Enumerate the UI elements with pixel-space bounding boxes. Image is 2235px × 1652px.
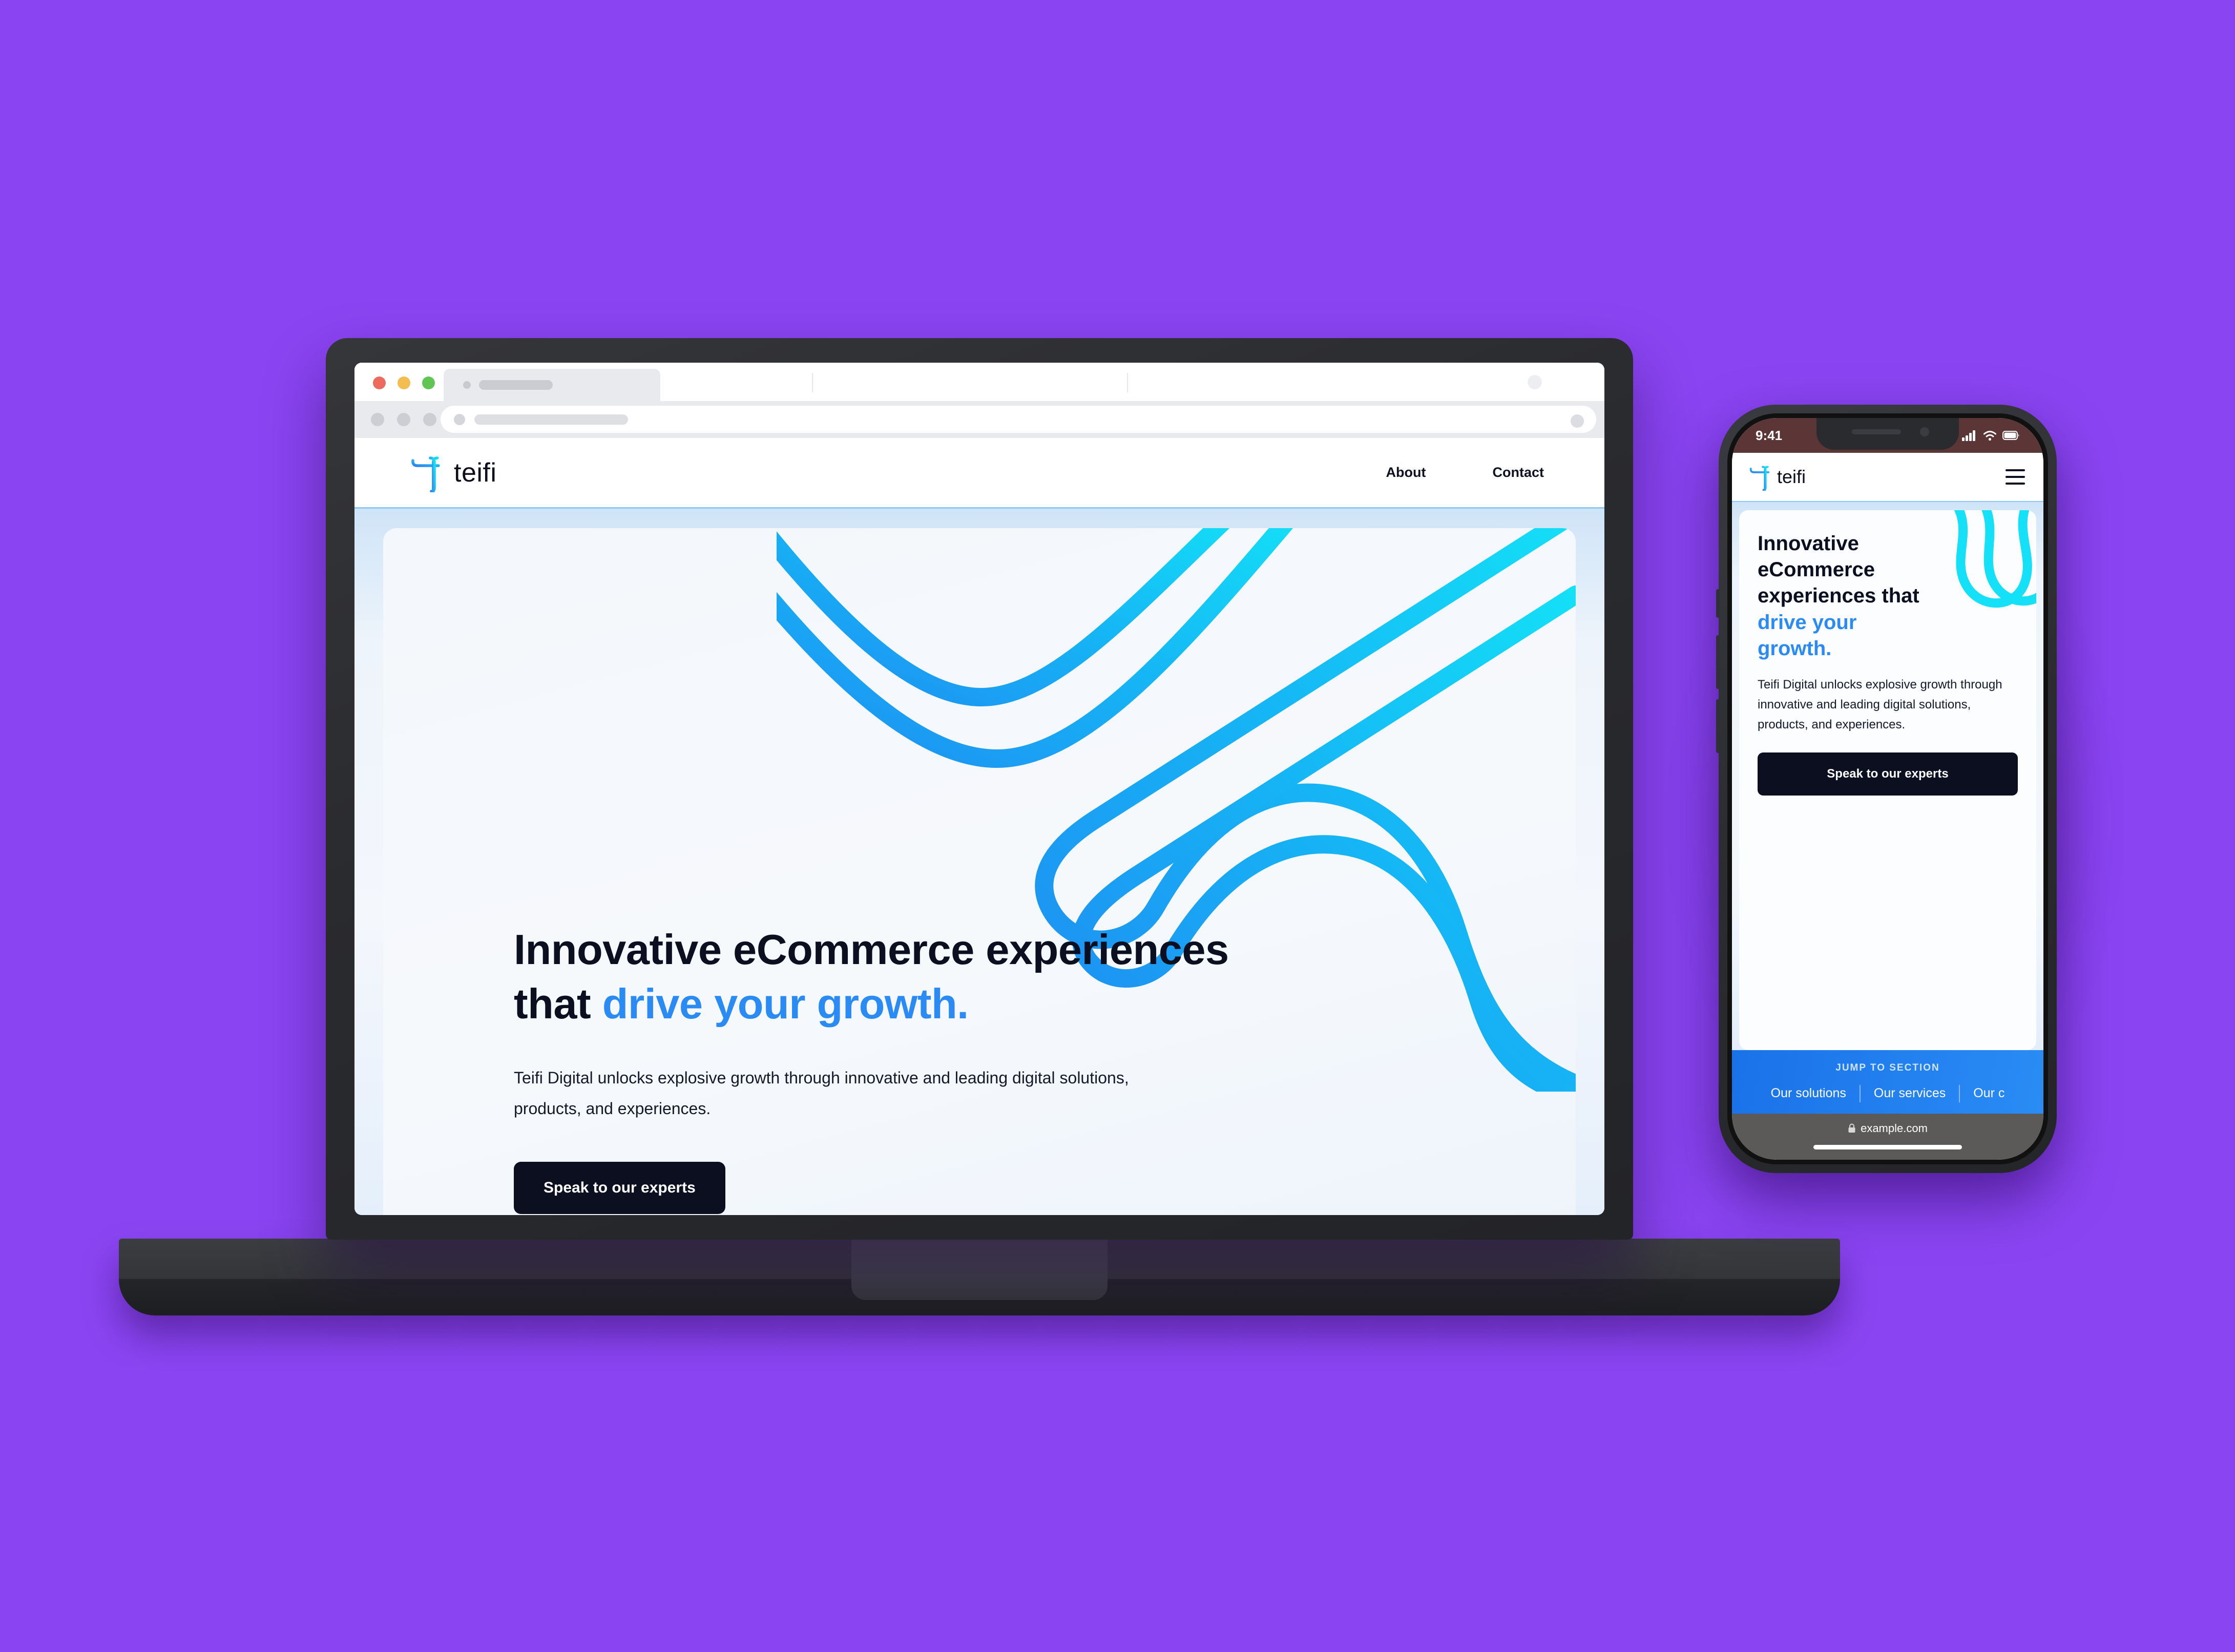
wifi-icon bbox=[1983, 430, 1996, 441]
maximize-window-button[interactable] bbox=[422, 377, 435, 389]
jump-link-our-solutions[interactable]: Our solutions bbox=[1758, 1086, 1860, 1101]
earpiece-speaker-icon bbox=[1852, 429, 1901, 434]
phone-headline-line1: Innovative bbox=[1758, 532, 1859, 555]
browser-tab-strip bbox=[354, 363, 1604, 401]
tab-separator bbox=[1127, 373, 1128, 392]
hero-headline-line2-plain: that bbox=[514, 980, 602, 1028]
phone-headline-line3: experiences that bbox=[1758, 584, 1919, 608]
jump-link-our-services[interactable]: Our services bbox=[1861, 1086, 1959, 1101]
reload-button[interactable] bbox=[423, 413, 436, 426]
jump-to-section-title: JUMP TO SECTION bbox=[1835, 1062, 1940, 1073]
phone-hero-body-text: Teifi Digital unlocks explosive growth t… bbox=[1758, 677, 2002, 731]
brand-name: teifi bbox=[454, 457, 497, 488]
tab-separator bbox=[812, 373, 813, 392]
tab-favicon-icon bbox=[463, 381, 471, 389]
speak-to-experts-button[interactable]: Speak to our experts bbox=[514, 1161, 725, 1214]
browser-nav-controls bbox=[371, 413, 436, 426]
phone-bezel: 9:41 teifi Innovative eCommerce experien… bbox=[1727, 413, 2048, 1164]
nav-link-about[interactable]: About bbox=[1386, 465, 1426, 480]
teifi-logo-icon bbox=[1749, 466, 1770, 491]
laptop-lid: teifi About Contact Innovative eCommerce… bbox=[326, 338, 1633, 1240]
phone-mockup: 9:41 teifi Innovative eCommerce experien… bbox=[1716, 405, 2057, 1173]
minimize-window-button[interactable] bbox=[398, 377, 410, 389]
lock-icon bbox=[1848, 1123, 1855, 1133]
hero-headline-line1: Innovative eCommerce experiences bbox=[514, 926, 1229, 973]
brand-logo[interactable]: teifi bbox=[411, 453, 496, 492]
forward-button[interactable] bbox=[397, 413, 410, 426]
phone-notch bbox=[1816, 418, 1959, 450]
address-placeholder bbox=[474, 414, 628, 425]
phone-site-header: teifi bbox=[1732, 453, 2043, 502]
laptop-base-notch bbox=[851, 1239, 1108, 1300]
phone-hero-card: Innovative eCommerce experiences that dr… bbox=[1739, 510, 2036, 1050]
jump-to-section-bar: JUMP TO SECTION Our solutions Our servic… bbox=[1732, 1050, 2043, 1114]
teifi-logo-icon bbox=[411, 456, 440, 492]
hero-headline-accent: drive your growth. bbox=[602, 980, 969, 1028]
jump-to-section-links: Our solutions Our services Our c bbox=[1732, 1084, 2043, 1102]
hero-card: Innovative eCommerce experiences that dr… bbox=[383, 528, 1576, 1215]
phone-volume-down-button[interactable] bbox=[1716, 699, 1720, 753]
address-bar[interactable] bbox=[441, 406, 1596, 433]
hero-section: Innovative eCommerce experiences that dr… bbox=[354, 509, 1604, 1215]
phone-brand-logo[interactable]: teifi bbox=[1749, 464, 1806, 491]
phone-screen: 9:41 teifi Innovative eCommerce experien… bbox=[1732, 418, 2043, 1160]
canvas-background: teifi About Contact Innovative eCommerce… bbox=[0, 0, 2235, 1652]
browser-menu-button[interactable] bbox=[1571, 414, 1584, 428]
close-window-button[interactable] bbox=[373, 377, 386, 389]
cellular-signal-icon bbox=[1962, 430, 1975, 441]
jump-link-our-c[interactable]: Our c bbox=[1960, 1086, 2018, 1101]
site-info-icon bbox=[454, 413, 465, 425]
browser-toolbar bbox=[354, 401, 1604, 438]
safari-url-bar[interactable]: example.com bbox=[1732, 1113, 2043, 1160]
phone-mute-switch[interactable] bbox=[1716, 589, 1720, 618]
hero-body-text: Teifi Digital unlocks explosive growth t… bbox=[514, 1069, 1129, 1118]
hero-headline: Innovative eCommerce experiences that dr… bbox=[514, 923, 1282, 1031]
phone-headline-accent-line1: drive your bbox=[1758, 611, 1857, 634]
primary-navigation: About Contact bbox=[1386, 465, 1544, 480]
nav-link-contact[interactable]: Contact bbox=[1493, 465, 1544, 480]
laptop-screen: teifi About Contact Innovative eCommerce… bbox=[354, 363, 1604, 1215]
browser-tab[interactable] bbox=[444, 369, 660, 401]
hamburger-menu-icon[interactable] bbox=[2006, 469, 2025, 485]
laptop-mockup: teifi About Contact Innovative eCommerce… bbox=[119, 338, 1840, 1315]
safari-url-display: example.com bbox=[1848, 1122, 1928, 1135]
status-bar-time: 9:41 bbox=[1756, 427, 1783, 443]
phone-hero-headline: Innovative eCommerce experiences that dr… bbox=[1758, 531, 2018, 662]
phone-headline-line2: eCommerce bbox=[1758, 558, 1875, 581]
hero-copy: Innovative eCommerce experiences that dr… bbox=[514, 923, 1282, 1214]
battery-icon bbox=[2002, 431, 2019, 440]
new-tab-button[interactable] bbox=[1528, 375, 1542, 389]
phone-headline-accent-line2: growth. bbox=[1758, 637, 1832, 660]
status-bar-icons bbox=[1962, 430, 2020, 441]
phone-volume-up-button[interactable] bbox=[1716, 635, 1720, 689]
site-header: teifi About Contact bbox=[354, 438, 1604, 509]
phone-speak-to-experts-button[interactable]: Speak to our experts bbox=[1758, 752, 2018, 796]
front-camera-icon bbox=[1920, 427, 1929, 436]
back-button[interactable] bbox=[371, 413, 384, 426]
phone-hero-section: Innovative eCommerce experiences that dr… bbox=[1732, 502, 2043, 1050]
window-controls bbox=[373, 377, 435, 389]
phone-brand-name: teifi bbox=[1777, 466, 1806, 487]
tab-title-placeholder bbox=[479, 380, 553, 390]
safari-url-text: example.com bbox=[1861, 1121, 1928, 1135]
home-indicator[interactable] bbox=[1813, 1145, 1962, 1149]
